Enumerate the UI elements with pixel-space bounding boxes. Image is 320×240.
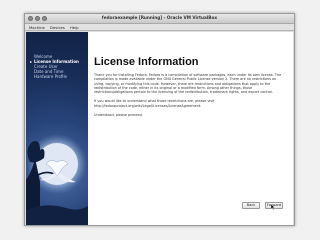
- menu-bar: Machine Devices Help: [25, 24, 294, 31]
- title-bar[interactable]: fedoraexample [Running] - Oracle VM Virt…: [25, 14, 294, 24]
- mouse-pointer-icon: [271, 204, 275, 210]
- back-button[interactable]: Back: [242, 202, 260, 209]
- navigation-buttons: Back Forward: [242, 202, 283, 209]
- content-panel: License Information Thank you for instal…: [94, 56, 286, 117]
- license-paragraph: Thank you for installing Fedora. Fedora …: [94, 73, 282, 95]
- owl-moon-artwork: [26, 134, 88, 225]
- menu-help[interactable]: Help: [70, 24, 79, 30]
- step-label: Hardware Profile: [34, 74, 68, 79]
- firstboot-sidebar: Welcome ▸ License Information Create Use…: [26, 32, 88, 225]
- guest-screen: Welcome ▸ License Information Create Use…: [26, 32, 293, 225]
- ground: [26, 205, 88, 225]
- menu-devices[interactable]: Devices: [50, 24, 65, 30]
- step-list: Welcome ▸ License Information Create Use…: [30, 54, 88, 79]
- step-hardware-profile: Hardware Profile: [30, 74, 88, 79]
- virtualbox-window: fedoraexample [Running] - Oracle VM Virt…: [24, 13, 295, 226]
- menu-machine[interactable]: Machine: [29, 24, 45, 30]
- page-title: License Information: [94, 56, 199, 68]
- license-link-paragraph: If you would like to understand what tho…: [94, 99, 215, 108]
- window-title: fedoraexample [Running] - Oracle VM Virt…: [101, 15, 218, 20]
- acknowledgement-text: Understood, please proceed.: [94, 113, 143, 118]
